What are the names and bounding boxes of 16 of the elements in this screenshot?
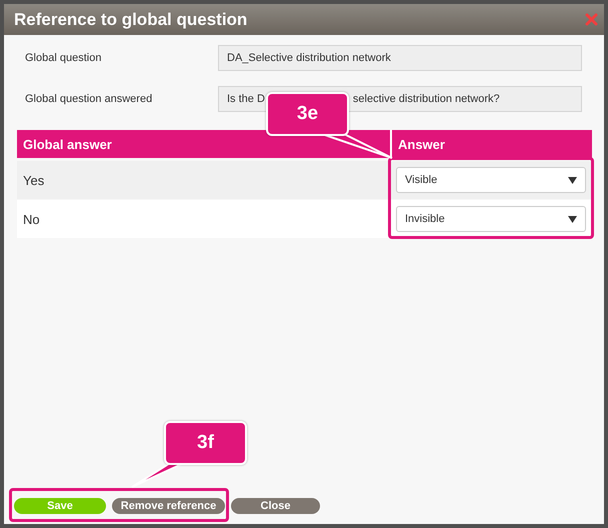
answer-dropdown[interactable]: Visible xyxy=(396,167,586,193)
action-button[interactable]: Remove reference xyxy=(112,498,225,514)
caret-icon xyxy=(568,176,577,184)
field-label: Global question answered xyxy=(25,93,154,105)
table-cell-text: Yes xyxy=(22,172,46,188)
caret-icon xyxy=(568,216,577,222)
close-icon[interactable] xyxy=(585,13,598,26)
text-field[interactable]: DA_Selective distribution network xyxy=(218,45,582,71)
window-title: Reference to global question xyxy=(14,10,248,30)
table-cell-text: No xyxy=(22,212,41,226)
callout-tooltip: 3f xyxy=(164,421,247,465)
callout-tooltip: 3e xyxy=(266,92,349,136)
action-button[interactable]: Close xyxy=(231,498,320,514)
answer-dropdown[interactable]: Invisible xyxy=(396,206,586,232)
column-header: Global answer xyxy=(17,130,390,158)
field-label: Global question xyxy=(25,52,102,64)
